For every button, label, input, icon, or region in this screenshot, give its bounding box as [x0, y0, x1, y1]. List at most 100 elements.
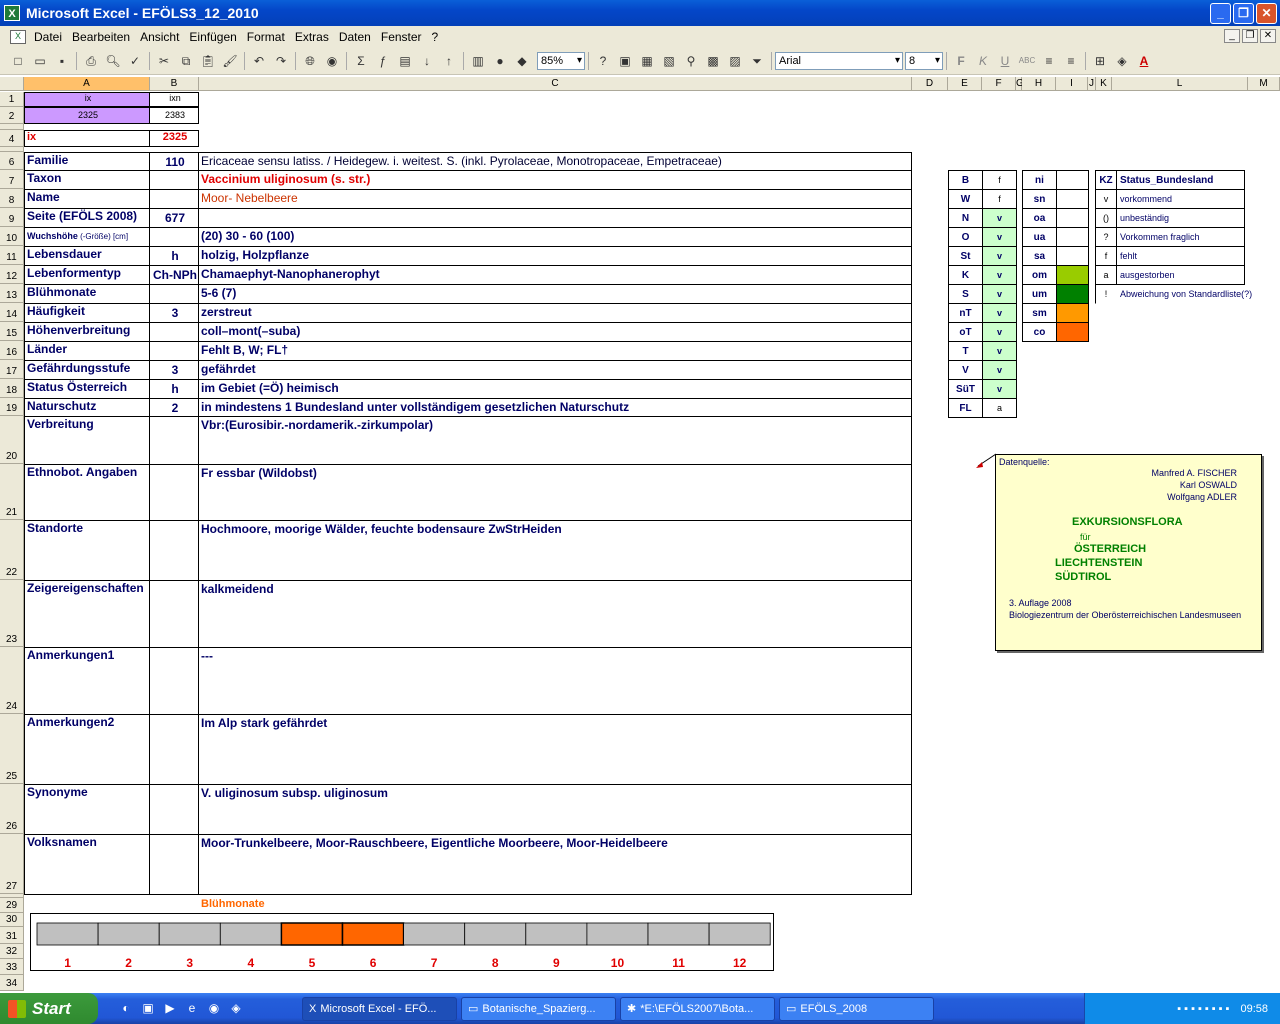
bundesland-status[interactable]: v: [982, 246, 1017, 266]
cut-icon[interactable]: ✂: [154, 51, 174, 71]
row-header[interactable]: 18: [0, 379, 24, 398]
value-cell[interactable]: Fr essbar (Wildobst): [198, 464, 912, 521]
doc-restore-button[interactable]: ❐: [1242, 29, 1258, 43]
value-cell[interactable]: coll–mont(–suba): [198, 322, 912, 342]
row-header[interactable]: 2: [0, 107, 24, 124]
print-icon[interactable]: ⎙: [81, 51, 101, 71]
hoehenstufe-code[interactable]: ua: [1022, 227, 1057, 247]
bundesland-code[interactable]: oT: [948, 322, 983, 342]
menu-einfuegen[interactable]: Einfügen: [185, 30, 240, 44]
hoehenstufe-color[interactable]: [1056, 265, 1089, 285]
font-select[interactable]: Arial: [775, 52, 903, 70]
label-cell[interactable]: Naturschutz: [24, 398, 150, 417]
bold-icon[interactable]: F: [951, 51, 971, 71]
align-center-icon[interactable]: ≡: [1061, 51, 1081, 71]
select-all-corner[interactable]: [0, 77, 24, 91]
menu-format[interactable]: Format: [243, 30, 289, 44]
taskbar-excel[interactable]: X Microsoft Excel - EFÖ...: [302, 996, 457, 1021]
code-cell[interactable]: [149, 647, 199, 715]
label-cell[interactable]: Volksnamen: [24, 834, 150, 895]
label-cell[interactable]: Anmerkungen1: [24, 647, 150, 715]
copy-icon[interactable]: ⧉: [176, 51, 196, 71]
label-cell[interactable]: Häufigkeit: [24, 303, 150, 323]
strikethrough-icon[interactable]: ABC: [1017, 51, 1037, 71]
hoehenstufe-code[interactable]: um: [1022, 284, 1057, 304]
bundesland-status[interactable]: v: [982, 265, 1017, 285]
label-cell[interactable]: Status Österreich: [24, 379, 150, 399]
value-cell[interactable]: in mindestens 1 Bundesland unter vollstä…: [198, 398, 912, 417]
cell-a2[interactable]: 2325: [24, 107, 150, 124]
row-header[interactable]: 25: [0, 714, 24, 784]
menu-ansicht[interactable]: Ansicht: [136, 30, 183, 44]
label-cell[interactable]: Lebensdauer: [24, 246, 150, 266]
code-cell[interactable]: [149, 189, 199, 209]
label-cell[interactable]: Taxon: [24, 170, 150, 190]
row-header[interactable]: 19: [0, 398, 24, 416]
row-header[interactable]: 26: [0, 784, 24, 834]
borders-icon[interactable]: ⊞: [1090, 51, 1110, 71]
code-cell[interactable]: [149, 784, 199, 835]
row-header[interactable]: 6: [0, 152, 24, 170]
col-header-m[interactable]: M: [1248, 77, 1280, 91]
sort-desc-icon[interactable]: ↑: [439, 51, 459, 71]
toolbar-icon-1[interactable]: ▣: [615, 51, 635, 71]
label-cell[interactable]: Gefährdungsstufe: [24, 360, 150, 380]
row-header[interactable]: 31: [0, 927, 24, 944]
media-player-icon[interactable]: ▶: [162, 1001, 178, 1017]
hoehenstufe-color[interactable]: [1056, 170, 1089, 190]
code-cell[interactable]: [149, 520, 199, 581]
col-header-i[interactable]: I: [1056, 77, 1088, 91]
toolbar-icon-3[interactable]: ▧: [659, 51, 679, 71]
hoehenstufe-color[interactable]: [1056, 208, 1089, 228]
hoehenstufe-color[interactable]: [1056, 189, 1089, 209]
function-icon[interactable]: ƒ: [373, 51, 393, 71]
print-preview-icon[interactable]: 🔍︎: [103, 51, 123, 71]
excel-app-icon[interactable]: X: [4, 5, 20, 21]
value-cell[interactable]: Hochmoore, moorige Wälder, feuchte boden…: [198, 520, 912, 581]
hoehenstufe-color[interactable]: [1056, 284, 1089, 304]
hoehenstufe-code[interactable]: oa: [1022, 208, 1057, 228]
row-header[interactable]: 29: [0, 898, 24, 913]
map-icon[interactable]: ●: [490, 51, 510, 71]
hoehenstufe-color[interactable]: [1056, 227, 1089, 247]
hoehenstufe-color[interactable]: [1056, 322, 1089, 342]
code-cell[interactable]: 677: [149, 208, 199, 228]
label-cell[interactable]: Blühmonate: [24, 284, 150, 304]
code-cell[interactable]: 110: [149, 152, 199, 171]
label-cell[interactable]: Synonyme: [24, 784, 150, 835]
firefox-icon[interactable]: ◉: [206, 1001, 222, 1017]
restore-button[interactable]: ❐: [1233, 3, 1254, 24]
italic-icon[interactable]: K: [973, 51, 993, 71]
bundesland-status[interactable]: f: [982, 189, 1017, 209]
bundesland-status[interactable]: v: [982, 341, 1017, 361]
hoehenstufe-code[interactable]: sm: [1022, 303, 1057, 323]
fill-color-icon[interactable]: ◈: [1112, 51, 1132, 71]
cell-b1[interactable]: ixn: [149, 92, 199, 107]
row-header[interactable]: 17: [0, 360, 24, 379]
row-header[interactable]: 24: [0, 647, 24, 714]
value-cell[interactable]: (20) 30 - 60 (100): [198, 227, 912, 247]
cell-b2[interactable]: 2383: [149, 107, 199, 124]
toolbar-icon-5[interactable]: ▨: [725, 51, 745, 71]
taskbar-folder-efoels2008[interactable]: ▭ EFÖLS_2008: [779, 996, 934, 1021]
value-cell[interactable]: Vbr:(Eurosibir.-nordamerik.-zirkumpolar): [198, 416, 912, 465]
font-size-select[interactable]: 8: [905, 52, 943, 70]
bundesland-code[interactable]: St: [948, 246, 983, 266]
web-icon[interactable]: ◉: [322, 51, 342, 71]
hoehenstufe-code[interactable]: sn: [1022, 189, 1057, 209]
bundesland-code[interactable]: O: [948, 227, 983, 247]
value-cell[interactable]: holzig, Holzpflanze: [198, 246, 912, 266]
value-cell[interactable]: Moor- Nebelbeere: [198, 189, 912, 209]
code-cell[interactable]: 3: [149, 360, 199, 380]
hoehenstufe-code[interactable]: ni: [1022, 170, 1057, 190]
row-header[interactable]: 20: [0, 416, 24, 464]
workbook-icon[interactable]: X: [10, 30, 26, 44]
code-cell[interactable]: [149, 464, 199, 521]
value-cell[interactable]: Vaccinium uliginosum (s. str.): [198, 170, 912, 190]
code-cell[interactable]: [149, 284, 199, 304]
hyperlink-icon[interactable]: 🌐︎: [300, 51, 320, 71]
cell-b4[interactable]: 2325: [149, 130, 199, 147]
row-header[interactable]: 10: [0, 227, 24, 246]
value-cell[interactable]: Fehlt B, W; FL†: [198, 341, 912, 361]
find-icon[interactable]: ⚲: [681, 51, 701, 71]
